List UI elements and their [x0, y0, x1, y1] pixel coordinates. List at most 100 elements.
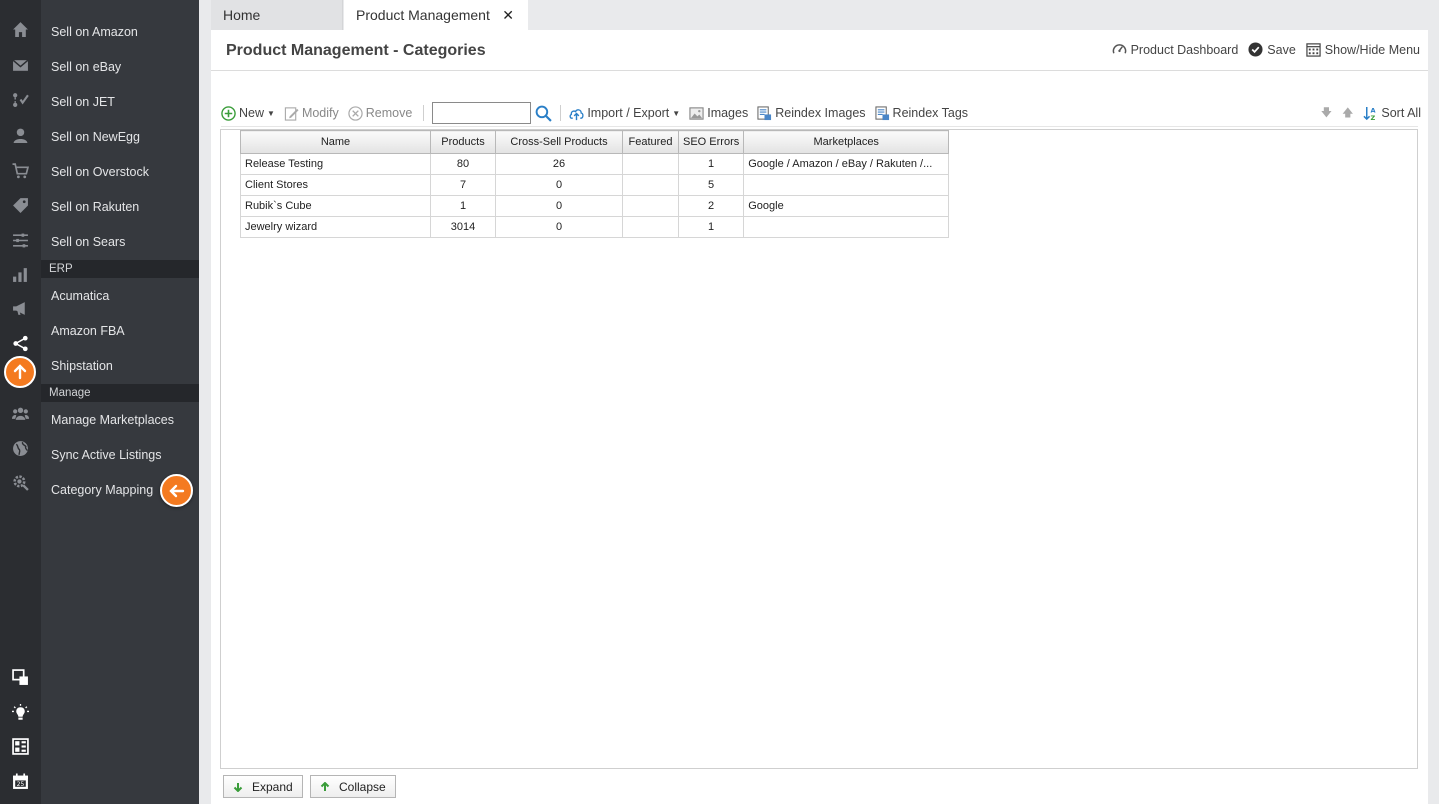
windows-icon[interactable]: [0, 667, 41, 687]
group-icon[interactable]: [0, 403, 41, 423]
sidebar-item-amazon-fba[interactable]: Amazon FBA: [51, 321, 125, 341]
column-header-cross-sell-products[interactable]: Cross-Sell Products: [495, 130, 623, 154]
route-icon[interactable]: [0, 89, 41, 109]
sidebar-item-shipstation[interactable]: Shipstation: [51, 356, 113, 376]
modify-button[interactable]: Modify: [284, 106, 339, 121]
scroll-up-button[interactable]: [4, 356, 36, 388]
toolbar-divider: [423, 105, 425, 121]
megaphone-icon[interactable]: [0, 298, 41, 318]
reindex-icon: [874, 105, 889, 120]
lightbulb-icon[interactable]: [0, 702, 41, 722]
sort-all-button[interactable]: AZ Sort All: [1363, 106, 1421, 121]
table-row[interactable]: Client Stores 7 0 5: [240, 174, 950, 196]
expand-button[interactable]: Expand: [223, 775, 303, 798]
search-input[interactable]: [432, 102, 532, 124]
remove-label: Remove: [365, 106, 413, 120]
column-header-seo-errors[interactable]: SEO Errors: [677, 130, 745, 154]
tab-label: Product Management: [356, 7, 490, 23]
show-hide-menu-button[interactable]: Show/Hide Menu: [1306, 42, 1420, 57]
svg-text:Z: Z: [1371, 114, 1376, 121]
sidebar-section-erp: ERP: [41, 260, 199, 278]
cell-name: Jewelry wizard: [240, 216, 431, 238]
remove-button[interactable]: Remove: [348, 105, 413, 121]
sort-all-label: Sort All: [1381, 106, 1421, 120]
product-dashboard-label: Product Dashboard: [1130, 42, 1239, 57]
search-button[interactable]: [535, 105, 553, 122]
tab-bar: Home Dashboard Product Management ✕: [199, 0, 1439, 53]
sidebar-item-category-mapping[interactable]: Category Mapping: [51, 480, 153, 500]
new-button[interactable]: New ▼: [221, 105, 275, 121]
dropdown-caret-icon: ▼: [267, 108, 275, 118]
dashboard-icon[interactable]: [0, 736, 41, 756]
cell-products: 1: [430, 195, 496, 217]
sidebar-item-sell-on-amazon[interactable]: Sell on Amazon: [51, 22, 138, 42]
mail-icon[interactable]: [0, 55, 41, 75]
column-header-marketplaces[interactable]: Marketplaces: [743, 130, 950, 154]
cell-products: 3014: [430, 216, 496, 238]
product-dashboard-button[interactable]: Product Dashboard: [1112, 42, 1239, 57]
cell-cross-sell: 0: [495, 216, 623, 238]
categories-grid: Name Products Cross-Sell Products Featur…: [220, 129, 1418, 769]
import-export-button[interactable]: Import / Export ▼: [569, 106, 680, 121]
save-button[interactable]: Save: [1248, 42, 1296, 57]
cell-seo-errors: 1: [677, 153, 745, 175]
column-header-products[interactable]: Products: [430, 130, 496, 154]
reindex-images-button[interactable]: Reindex Images: [757, 105, 866, 121]
sidebar-item-manage-marketplaces[interactable]: Manage Marketplaces: [51, 410, 174, 430]
sidebar-item-sell-on-rakuten[interactable]: Sell on Rakuten: [51, 197, 139, 217]
images-button[interactable]: Images: [689, 106, 748, 121]
cell-seo-errors: 1: [677, 216, 745, 238]
sidebar-item-sell-on-newegg[interactable]: Sell on NewEgg: [51, 127, 140, 147]
sidebar-menu: Sell on Amazon Sell on eBay Sell on JET …: [41, 0, 199, 804]
plus-circle-icon: [221, 105, 236, 121]
home-icon[interactable]: [0, 19, 41, 39]
sidebar-item-sell-on-overstock[interactable]: Sell on Overstock: [51, 162, 149, 182]
reindex-icon: [757, 105, 772, 120]
show-hide-menu-label: Show/Hide Menu: [1324, 42, 1420, 57]
table-row[interactable]: Jewelry wizard 3014 0 1: [240, 216, 950, 238]
tab-home-dashboard[interactable]: Home Dashboard: [211, 0, 343, 53]
cell-products: 7: [430, 174, 496, 196]
cell-featured: [622, 153, 679, 175]
sidebar-item-acumatica[interactable]: Acumatica: [51, 286, 109, 306]
arrow-up-icon: [320, 781, 330, 791]
move-down-icon[interactable]: 🡇: [1321, 104, 1332, 123]
calendar-grid-icon: [1306, 43, 1321, 57]
user-icon[interactable]: [0, 125, 41, 145]
table-row[interactable]: Rubik`s Cube 1 0 2 Google: [240, 195, 950, 217]
cart-icon[interactable]: [0, 160, 41, 180]
move-up-icon[interactable]: 🡅: [1342, 104, 1353, 123]
edit-icon: [284, 106, 299, 121]
sliders-icon[interactable]: [0, 230, 41, 250]
cloud-upload-icon: [569, 108, 584, 120]
table-row[interactable]: Release Testing 80 26 1 Google / Amazon …: [240, 153, 950, 175]
save-label: Save: [1267, 42, 1296, 57]
tag-icon[interactable]: [0, 195, 41, 215]
sidebar-item-sync-active-listings[interactable]: Sync Active Listings: [51, 445, 161, 465]
bar-chart-icon[interactable]: [0, 264, 41, 284]
collapse-button[interactable]: Collapse: [310, 775, 396, 798]
column-header-name[interactable]: Name: [240, 130, 431, 154]
cell-name: Release Testing: [240, 153, 431, 175]
column-header-featured[interactable]: Featured: [622, 130, 679, 154]
calendar-icon[interactable]: 25: [0, 771, 41, 791]
gear-search-icon[interactable]: [0, 472, 41, 492]
cell-cross-sell: 0: [495, 195, 623, 217]
reindex-tags-button[interactable]: Reindex Tags: [874, 105, 968, 121]
search-icon: [535, 105, 553, 122]
sidebar-item-sell-on-ebay[interactable]: Sell on eBay: [51, 57, 121, 77]
modify-label: Modify: [301, 106, 339, 120]
sidebar-item-sell-on-sears[interactable]: Sell on Sears: [51, 232, 125, 252]
cell-featured: [622, 174, 679, 196]
collapse-sidebar-button[interactable]: [160, 474, 193, 507]
globe-icon[interactable]: [0, 438, 41, 458]
close-icon[interactable]: ✕: [502, 0, 514, 30]
tab-product-management[interactable]: Product Management ✕: [344, 0, 528, 30]
cell-name: Client Stores: [240, 174, 431, 196]
sidebar-item-sell-on-jet[interactable]: Sell on JET: [51, 92, 115, 112]
sort-az-icon: AZ: [1363, 106, 1377, 121]
expand-label: Expand: [252, 779, 293, 794]
arrow-up-icon: [13, 364, 27, 380]
toolbar: New ▼ Modify Remove Import / Export ▼ Im…: [221, 102, 1421, 124]
share-icon[interactable]: [0, 333, 41, 353]
